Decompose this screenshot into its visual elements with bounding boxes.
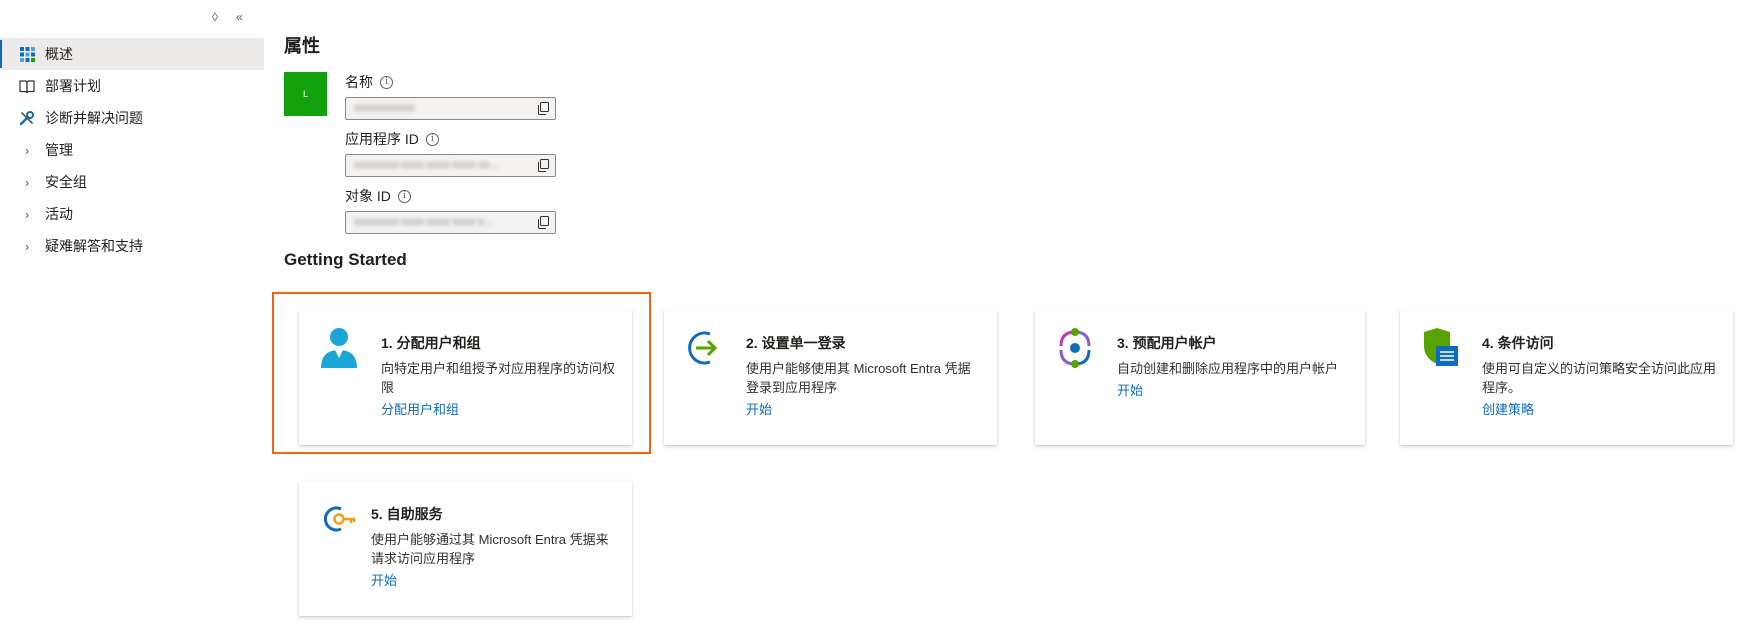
info-icon[interactable]: i bbox=[425, 132, 439, 146]
copy-icon[interactable] bbox=[537, 102, 549, 115]
sso-start-link[interactable]: 开始 bbox=[746, 401, 981, 419]
card-description: 使用户能够通过其 Microsoft Entra 凭据来请求访问应用程序 bbox=[371, 532, 609, 566]
property-object-id: 对象 ID i xxxxxxxx-xxxx-xxxx-xxxx-x... bbox=[345, 187, 556, 234]
chevron-right-icon: › bbox=[24, 174, 30, 190]
provisioning-start-link[interactable]: 开始 bbox=[1117, 382, 1349, 400]
sidebar-item-deployment-plan[interactable]: 部署计划 bbox=[0, 70, 264, 102]
object-id-value: xxxxxxxx-xxxx-xxxx-xxxx-x... bbox=[354, 216, 494, 228]
sidebar-item-overview[interactable]: 概述 bbox=[0, 38, 264, 70]
book-icon bbox=[18, 77, 36, 95]
wrench-icon bbox=[18, 109, 36, 127]
card-description: 使用户能够使用其 Microsoft Entra 凭据登录到应用程序 bbox=[746, 361, 971, 395]
name-field[interactable]: xxxxxxxxxxx bbox=[345, 97, 556, 120]
shield-icon bbox=[1424, 328, 1458, 366]
sidebar: ◊ « 概述 部署计划 诊断并解决问题 › 管理 › 安全组 › 活动 › 疑难… bbox=[0, 0, 264, 640]
properties-title: 属性 bbox=[284, 36, 320, 56]
card-title: 2. 设置单一登录 bbox=[746, 335, 846, 351]
card-title: 3. 预配用户帐户 bbox=[1117, 335, 1217, 351]
app-id-label: 应用程序 ID bbox=[345, 131, 419, 147]
object-id-field[interactable]: xxxxxxxx-xxxx-xxxx-xxxx-x... bbox=[345, 211, 556, 234]
info-icon[interactable]: i bbox=[397, 189, 411, 203]
card-conditional-access: 4. 条件访问 使用可自定义的访问策略安全访问此应用程序。 创建策略 bbox=[1400, 310, 1733, 445]
property-app-id: 应用程序 ID i xxxxxxxx-xxxx-xxxx-xxxx-xx... bbox=[345, 130, 556, 177]
sign-in-icon bbox=[688, 331, 718, 365]
sidebar-item-diagnose[interactable]: 诊断并解决问题 bbox=[0, 102, 264, 134]
sidebar-item-label: 概述 bbox=[45, 46, 73, 62]
card-single-sign-on: 2. 设置单一登录 使用户能够使用其 Microsoft Entra 凭据登录到… bbox=[664, 310, 997, 445]
card-description: 使用可自定义的访问策略安全访问此应用程序。 bbox=[1482, 361, 1717, 395]
sidebar-item-label: 诊断并解决问题 bbox=[45, 110, 143, 126]
app-id-value: xxxxxxxx-xxxx-xxxx-xxxx-xx... bbox=[354, 159, 499, 171]
sidebar-item-activity[interactable]: › 活动 bbox=[0, 198, 264, 230]
card-title: 4. 条件访问 bbox=[1482, 335, 1554, 351]
copy-icon[interactable] bbox=[537, 159, 549, 172]
sidebar-item-label: 管理 bbox=[45, 142, 73, 158]
card-provisioning: 3. 预配用户帐户 自动创建和删除应用程序中的用户帐户 开始 bbox=[1035, 310, 1365, 445]
sidebar-tools: ◊ « bbox=[212, 10, 243, 24]
property-name: 名称 i xxxxxxxxxxx bbox=[345, 73, 556, 120]
collapse-sidebar-icon[interactable]: « bbox=[236, 10, 243, 24]
sidebar-item-security-groups[interactable]: › 安全组 bbox=[0, 166, 264, 198]
chevron-right-icon: › bbox=[24, 238, 30, 254]
sidebar-nav: 概述 部署计划 诊断并解决问题 › 管理 › 安全组 › 活动 › 疑难解答和支… bbox=[0, 38, 264, 262]
sidebar-item-label: 疑难解答和支持 bbox=[45, 238, 143, 254]
card-title: 5. 自助服务 bbox=[371, 506, 443, 522]
chevron-right-icon: › bbox=[24, 206, 30, 222]
provisioning-icon bbox=[1059, 328, 1091, 368]
sidebar-item-label: 部署计划 bbox=[45, 78, 101, 94]
getting-started-title: Getting Started bbox=[284, 250, 407, 269]
copy-icon[interactable] bbox=[537, 216, 549, 229]
sort-icon[interactable]: ◊ bbox=[212, 10, 218, 24]
sidebar-item-troubleshooting[interactable]: › 疑难解答和支持 bbox=[0, 230, 264, 262]
app-id-field[interactable]: xxxxxxxx-xxxx-xxxx-xxxx-xx... bbox=[345, 154, 556, 177]
chevron-right-icon: › bbox=[24, 142, 30, 158]
card-description: 自动创建和删除应用程序中的用户帐户 bbox=[1117, 361, 1339, 376]
sidebar-item-label: 活动 bbox=[45, 206, 73, 222]
object-id-label: 对象 ID bbox=[345, 188, 391, 204]
sidebar-item-label: 安全组 bbox=[45, 174, 87, 190]
grid-icon bbox=[18, 45, 36, 63]
info-icon[interactable]: i bbox=[380, 75, 393, 89]
highlight-box bbox=[272, 292, 651, 454]
app-logo: L bbox=[284, 72, 327, 116]
create-policy-link[interactable]: 创建策略 bbox=[1482, 401, 1717, 419]
name-value: xxxxxxxxxxx bbox=[354, 102, 415, 114]
name-label: 名称 bbox=[345, 74, 373, 90]
sidebar-item-manage[interactable]: › 管理 bbox=[0, 134, 264, 166]
key-icon bbox=[323, 506, 356, 532]
self-service-start-link[interactable]: 开始 bbox=[371, 572, 616, 590]
card-self-service: 5. 自助服务 使用户能够通过其 Microsoft Entra 凭据来请求访问… bbox=[299, 481, 632, 616]
